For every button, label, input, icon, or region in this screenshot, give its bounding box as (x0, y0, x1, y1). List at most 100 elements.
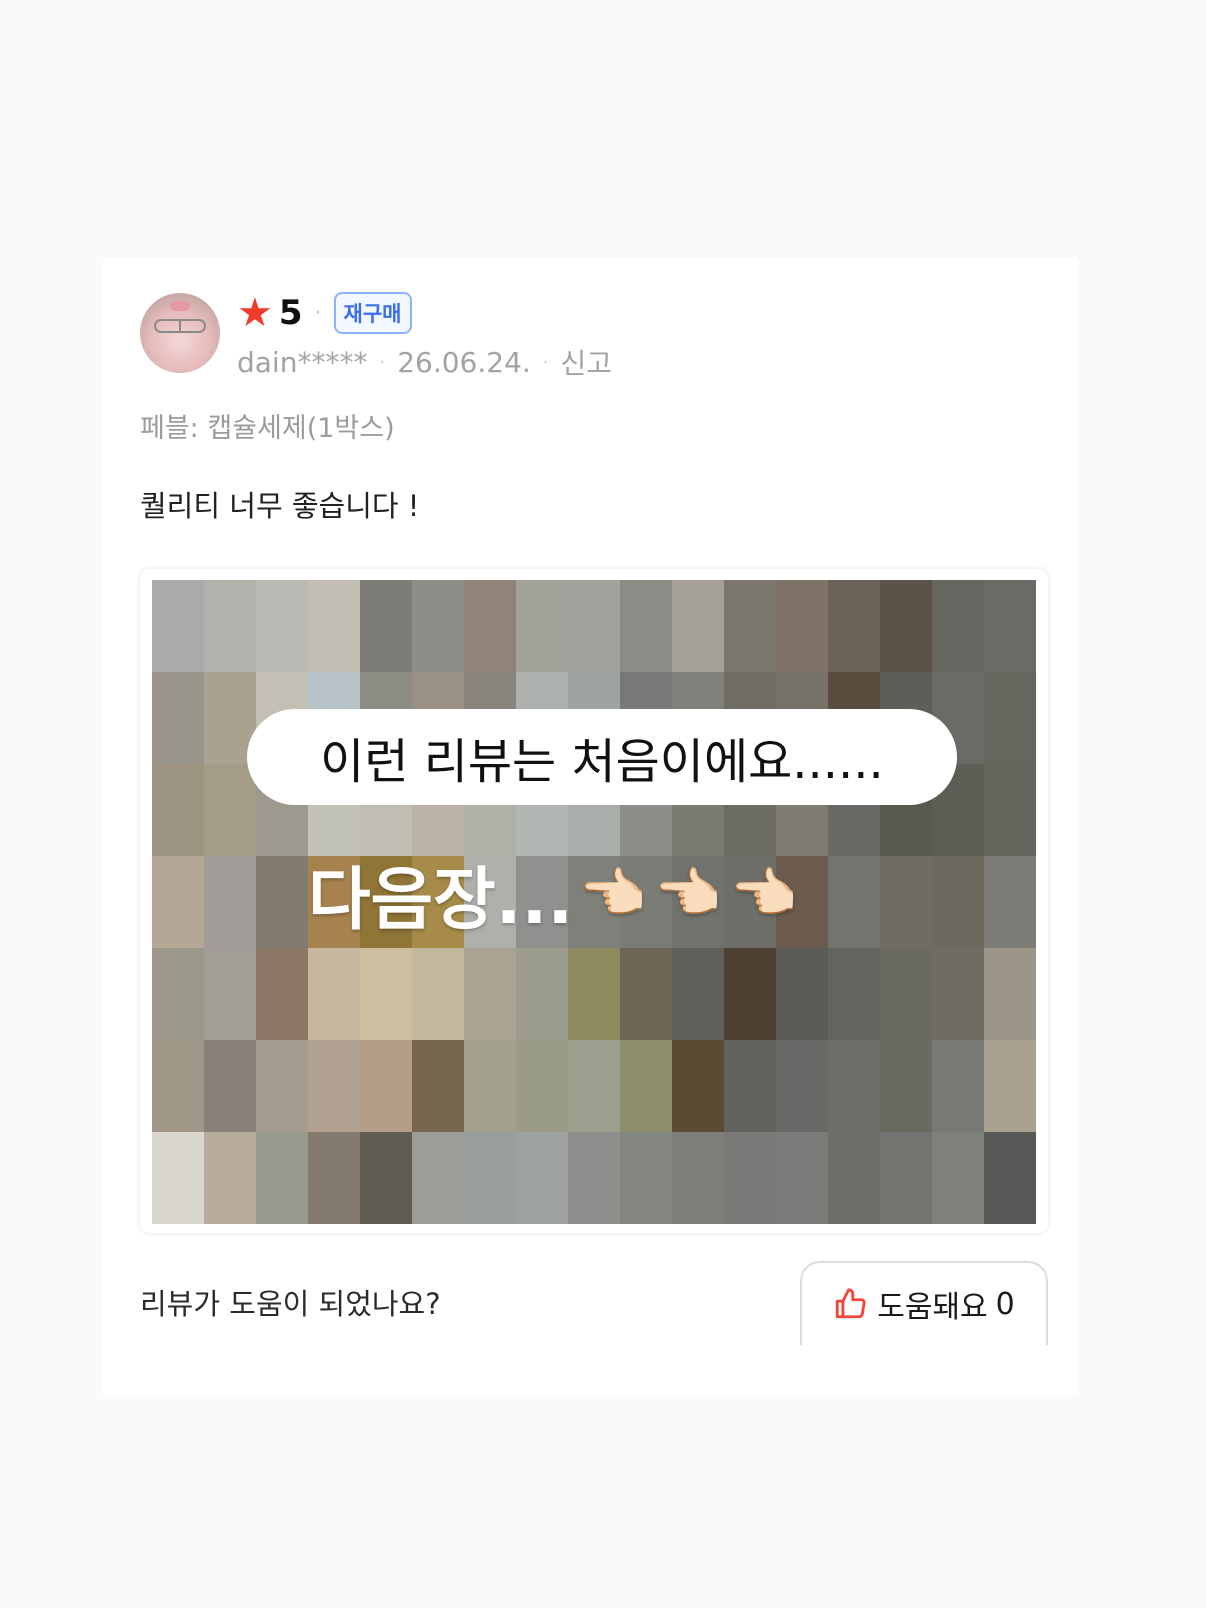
rating-row: ★ 5 · 재구매 (237, 291, 412, 335)
helpful-button[interactable]: 도움돼요 0 (800, 1261, 1048, 1345)
mosaic-tile (204, 764, 256, 856)
mosaic-tile (308, 1040, 360, 1132)
mosaic-tile (152, 764, 204, 856)
mosaic-tile (152, 856, 204, 948)
helpful-question: 리뷰가 도움이 되었나요? (140, 1287, 441, 1321)
separator-dot: · (542, 351, 549, 373)
review-date: 26.06.24. (397, 345, 531, 379)
mosaic-tile (152, 1040, 204, 1132)
report-link[interactable]: 신고 (561, 342, 613, 382)
mosaic-tile (204, 580, 256, 672)
mosaic-tile (568, 1132, 620, 1224)
mosaic-tile (256, 856, 308, 948)
mosaic-tile (984, 672, 1036, 764)
mosaic-tile (984, 764, 1036, 856)
mosaic-tile (464, 948, 516, 1040)
mosaic-tile (984, 856, 1036, 948)
mosaic-tile (568, 580, 620, 672)
mosaic-tile (724, 1132, 776, 1224)
meta-row: dain***** · 26.06.24. · 신고 (237, 340, 612, 384)
review-photo[interactable]: 이런 리뷰는 처음이에요...... 다음장... 👉🏻 👉🏻 👉🏻 (140, 569, 1048, 1233)
mosaic-tile (828, 948, 880, 1040)
mosaic-tile (568, 1040, 620, 1132)
mosaic-tile (620, 1132, 672, 1224)
mosaic-tile (828, 580, 880, 672)
mosaic-tile (932, 948, 984, 1040)
mosaic-tile (672, 1132, 724, 1224)
mosaic-tile (880, 580, 932, 672)
separator-dot: · (379, 351, 386, 373)
mosaic-tile (464, 1040, 516, 1132)
mosaic-tile (932, 580, 984, 672)
mosaic-tile (412, 1132, 464, 1224)
username: dain***** (237, 345, 368, 379)
mosaic-tile (568, 948, 620, 1040)
star-icon: ★ (237, 290, 273, 336)
avatar-glasses (154, 319, 206, 333)
mosaic-tile (828, 1132, 880, 1224)
mosaic-tile (360, 1132, 412, 1224)
helpful-count: 0 (995, 1286, 1015, 1322)
mosaic-tile (880, 1040, 932, 1132)
pointing-hand-icon: 👉🏻 (581, 861, 649, 925)
next-page-overlay: 다음장... 👉🏻 👉🏻 👉🏻 (308, 844, 799, 943)
mosaic-tile (932, 1040, 984, 1132)
mosaic-tile (204, 1040, 256, 1132)
mosaic-tile (672, 1040, 724, 1132)
mosaic-tile (776, 1132, 828, 1224)
mosaic-tile (672, 948, 724, 1040)
product-option: 페블: 캡슐세제(1박스) (140, 413, 395, 444)
mosaic-tile (152, 1132, 204, 1224)
mosaic-tile (516, 1040, 568, 1132)
mosaic-tile (360, 948, 412, 1040)
mosaic-tile (620, 580, 672, 672)
separator-dot: · (314, 300, 322, 326)
review-body: 퀄리티 너무 좋습니다 ! (140, 489, 420, 523)
mosaic-tile (256, 1040, 308, 1132)
mosaic-tile (672, 580, 724, 672)
rating-value: 5 (278, 293, 303, 333)
mosaic-tile (256, 580, 308, 672)
mosaic-tile (828, 1040, 880, 1132)
mosaic-tile (516, 1132, 568, 1224)
caption-bubble-text: 이런 리뷰는 처음이에요...... (320, 734, 884, 790)
mosaic-tile (204, 948, 256, 1040)
mosaic-tile (464, 580, 516, 672)
mosaic-tile (204, 856, 256, 948)
mosaic-tile (880, 1132, 932, 1224)
mosaic-tile (932, 856, 984, 948)
mosaic-tile (516, 580, 568, 672)
mosaic-tile (984, 948, 1036, 1040)
mosaic-tile (152, 580, 204, 672)
mosaic-tile (984, 580, 1036, 672)
mosaic-tile (412, 580, 464, 672)
mosaic-tile (828, 856, 880, 948)
helpful-label: 도움돼요 (877, 1290, 988, 1325)
mosaic-tile (412, 948, 464, 1040)
mosaic-tile (620, 1040, 672, 1132)
next-page-text: 다음장... (308, 861, 574, 940)
caption-bubble: 이런 리뷰는 처음이에요...... (247, 709, 957, 805)
mosaic-tile (984, 1040, 1036, 1132)
mosaic-tile (984, 1132, 1036, 1224)
pointing-hand-icon: 👉🏻 (731, 861, 799, 925)
mosaic-tile (724, 580, 776, 672)
mosaic-tile (776, 580, 828, 672)
mosaic-tile (360, 580, 412, 672)
review-card: ★ 5 · 재구매 dain***** · 26.06.24. · 신고 페블:… (103, 258, 1078, 1396)
mosaic-tile (360, 1040, 412, 1132)
mosaic-tile (152, 672, 204, 764)
mosaic-tile (724, 948, 776, 1040)
mosaic-tile (880, 856, 932, 948)
avatar[interactable] (140, 293, 220, 373)
repurchase-badge: 재구매 (333, 292, 412, 334)
mosaic-tile (412, 1040, 464, 1132)
mosaic-tile (776, 948, 828, 1040)
mosaic-tile (308, 580, 360, 672)
mosaic-tile (256, 948, 308, 1040)
mosaic-tile (204, 1132, 256, 1224)
mosaic-tile (724, 1040, 776, 1132)
mosaic-tile (880, 948, 932, 1040)
mosaic-tile (464, 1132, 516, 1224)
avatar-bow (170, 301, 190, 311)
